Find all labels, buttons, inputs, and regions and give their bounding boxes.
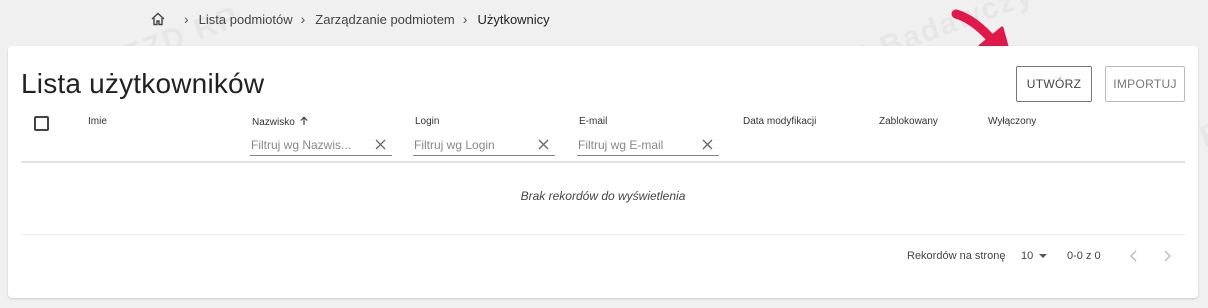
empty-table-message: Brak rekordów do wyświetlenia bbox=[520, 189, 686, 203]
breadcrumb: › Lista podmiotów › Zarządzanie podmiote… bbox=[150, 8, 550, 30]
import-button[interactable]: IMPORTUJ bbox=[1105, 66, 1185, 102]
footer-divider bbox=[21, 234, 1185, 235]
table-header: Imie Nazwisko Login E-mail Data modyfika… bbox=[8, 108, 1198, 162]
pagination-range: 0-0 z 0 bbox=[1067, 250, 1101, 262]
nazwisko-filter bbox=[250, 134, 392, 156]
rows-per-page-label: Rekordów na stronę bbox=[907, 250, 1006, 262]
breadcrumb-item-zarzadzanie-podmiotem[interactable]: Zarządzanie podmiotem bbox=[315, 12, 454, 27]
header-divider bbox=[21, 161, 1185, 163]
clear-icon[interactable] bbox=[701, 138, 714, 151]
chevron-right-icon: › bbox=[184, 11, 189, 27]
column-header-email[interactable]: E-mail bbox=[579, 116, 607, 127]
next-page-button[interactable] bbox=[1159, 248, 1175, 264]
column-header-imie[interactable]: Imie bbox=[88, 116, 107, 127]
home-icon[interactable] bbox=[150, 11, 166, 27]
column-header-login[interactable]: Login bbox=[415, 116, 439, 127]
users-card: Lista użytkowników UTWÓRZ IMPORTUJ Imie … bbox=[8, 46, 1198, 298]
nazwisko-filter-input[interactable] bbox=[250, 137, 368, 152]
rows-per-page-value: 10 bbox=[1021, 250, 1034, 262]
chevron-right-icon: › bbox=[300, 11, 306, 27]
column-header-nazwisko-label: Nazwisko bbox=[252, 117, 295, 128]
clear-icon[interactable] bbox=[537, 138, 550, 151]
sort-arrow-up-icon[interactable] bbox=[299, 116, 309, 126]
page-title: Lista użytkowników bbox=[21, 68, 265, 99]
column-header-nazwisko[interactable]: Nazwisko bbox=[252, 116, 309, 128]
column-header-data-modyfikacji[interactable]: Data modyfikacji bbox=[743, 116, 816, 127]
email-filter bbox=[577, 134, 719, 156]
create-button[interactable]: UTWÓRZ bbox=[1016, 66, 1092, 102]
clear-icon[interactable] bbox=[374, 138, 387, 151]
column-header-wylaczony[interactable]: Wyłączony bbox=[988, 116, 1036, 127]
select-all-checkbox[interactable] bbox=[34, 116, 49, 131]
breadcrumb-item-lista-podmiotow[interactable]: Lista podmiotów bbox=[199, 12, 293, 27]
column-header-zablokowany[interactable]: Zablokowany bbox=[879, 116, 938, 127]
chevron-right-icon: › bbox=[462, 11, 468, 27]
rows-per-page-select[interactable]: 10 bbox=[1021, 246, 1048, 266]
login-filter bbox=[413, 134, 555, 156]
caret-down-icon bbox=[1039, 254, 1048, 258]
breadcrumb-item-uzytkownicy: Użytkownicy bbox=[477, 11, 550, 27]
email-filter-input[interactable] bbox=[577, 137, 695, 152]
previous-page-button[interactable] bbox=[1126, 248, 1142, 264]
login-filter-input[interactable] bbox=[413, 137, 531, 152]
